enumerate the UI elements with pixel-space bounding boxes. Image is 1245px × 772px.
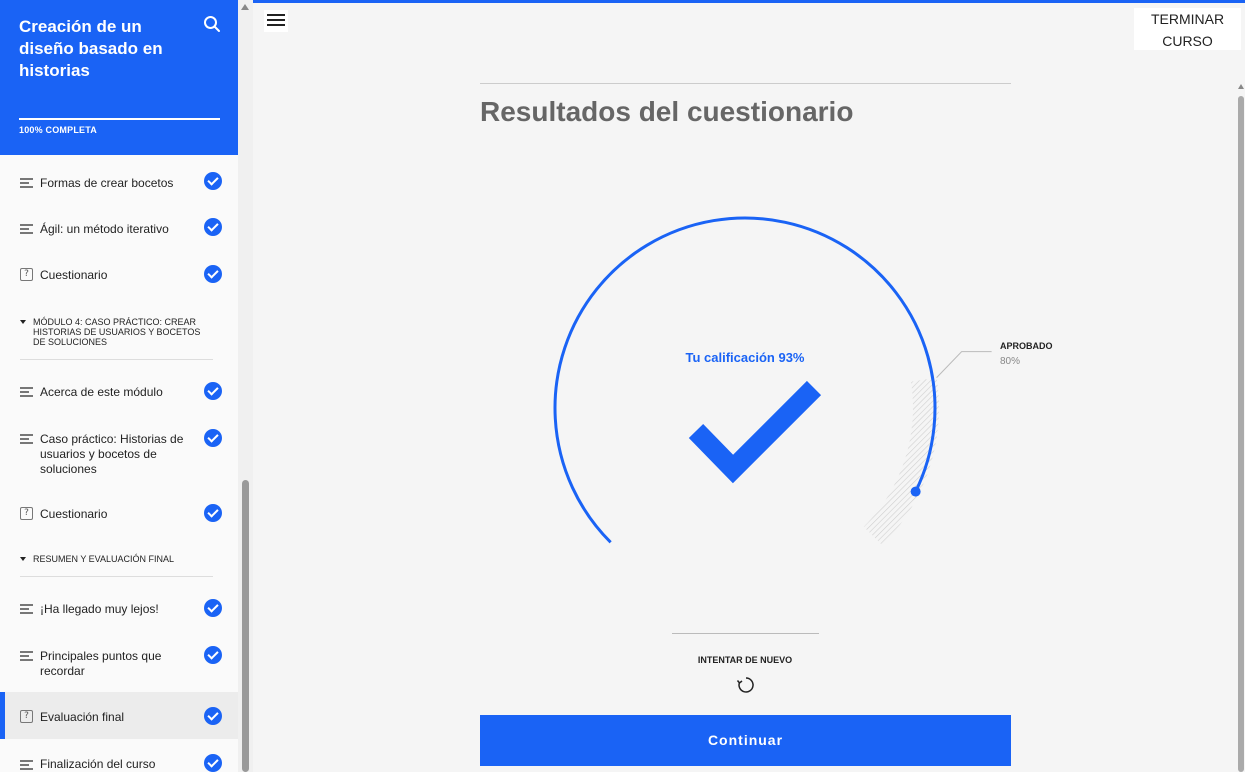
module-label: RESUMEN Y EVALUACIÓN FINAL (33, 554, 175, 564)
check-icon (204, 172, 222, 190)
divider (672, 633, 819, 634)
sidebar-item-principales-puntos[interactable]: Principales puntos que recordar (0, 643, 238, 678)
sidebar-item-label: Cuestionario (40, 507, 108, 521)
quiz-icon: ? (20, 268, 33, 281)
continue-button[interactable]: Continuar (480, 715, 1011, 766)
sidebar-header: Creación de un diseño basado en historia… (0, 0, 238, 155)
check-icon (204, 707, 222, 725)
main-content: TERMINAR CURSO Resultados del cuestionar… (253, 0, 1245, 772)
sidebar-item-ha-llegado-muy-lejos[interactable]: ¡Ha llegado muy lejos! (0, 596, 238, 622)
sidebar-item-formas-de-crear-bocetos[interactable]: Formas de crear bocetos (0, 170, 238, 196)
sidebar-item-label: Finalización del curso (40, 757, 156, 771)
check-icon (204, 218, 222, 236)
lesson-icon (20, 604, 33, 614)
progress-label: 100% COMPLETA (19, 125, 97, 135)
scroll-up-arrow-icon[interactable] (241, 4, 249, 10)
score-label: Tu calificación 93% (685, 350, 805, 365)
sidebar-item-label: Evaluación final (40, 710, 125, 724)
lesson-icon (20, 760, 33, 770)
sidebar-item-finalizacion-del-curso[interactable]: Finalización del curso (0, 752, 238, 772)
sidebar-item-label: Formas de crear bocetos (40, 176, 174, 190)
pass-leader-line (936, 351, 992, 378)
retry-button[interactable]: INTENTAR DE NUEVO (698, 655, 792, 665)
pass-threshold-value: 80% (1000, 356, 1021, 367)
sidebar-item-label: Caso práctico: Historias de usuarios y b… (40, 432, 184, 476)
divider (20, 576, 213, 577)
sidebar-item-cuestionario[interactable]: ? Cuestionario (0, 262, 238, 288)
lesson-icon (20, 178, 33, 188)
scroll-thumb[interactable] (242, 480, 249, 772)
quiz-icon: ? (20, 507, 33, 520)
sidebar-item-caso-practico[interactable]: Caso práctico: Historias de usuarios y b… (0, 426, 238, 476)
divider (20, 359, 213, 360)
check-icon (204, 382, 222, 400)
big-check-icon (688, 380, 822, 484)
course-title: Creación de un diseño basado en historia… (19, 17, 163, 80)
sidebar-item-label: Acerca de este módulo (40, 385, 163, 399)
score-marker (910, 486, 921, 497)
lesson-icon (20, 224, 33, 234)
lesson-icon (20, 387, 33, 397)
sidebar-item-cuestionario-2[interactable]: ? Cuestionario (0, 501, 238, 527)
module-label: MÓDULO 4: CASO PRÁCTICO: CREAR HISTORIAS… (33, 317, 201, 347)
progress-bar (19, 118, 220, 120)
sidebar-scrollbar[interactable] (238, 0, 253, 772)
check-icon (204, 504, 222, 522)
pass-threshold-label: APROBADO (1000, 341, 1053, 351)
lesson-icon (20, 651, 33, 661)
search-icon[interactable] (203, 15, 221, 33)
check-icon (204, 599, 222, 617)
sidebar-item-label: Principales puntos que recordar (40, 649, 162, 678)
quiz-icon: ? (20, 710, 33, 723)
sidebar-item-agil[interactable]: Ágil: un método iterativo (0, 216, 238, 242)
sidebar-item-evaluacion-final[interactable]: ? Evaluación final (0, 692, 238, 739)
sidebar-item-acerca-de-este-modulo[interactable]: Acerca de este módulo (0, 379, 238, 405)
course-sidebar: Creación de un diseño basado en historia… (0, 0, 238, 772)
check-icon (204, 265, 222, 283)
check-icon (204, 429, 222, 447)
sidebar-item-label: Ágil: un método iterativo (40, 222, 169, 236)
caret-down-icon (20, 320, 26, 324)
score-arc (553, 216, 937, 544)
lesson-icon (20, 434, 33, 444)
sidebar-item-label: ¡Ha llegado muy lejos! (40, 602, 159, 616)
caret-down-icon (20, 557, 26, 561)
retry-icon[interactable] (736, 675, 756, 695)
sidebar-item-label: Cuestionario (40, 268, 108, 282)
check-icon (204, 646, 222, 664)
check-icon (204, 754, 222, 772)
